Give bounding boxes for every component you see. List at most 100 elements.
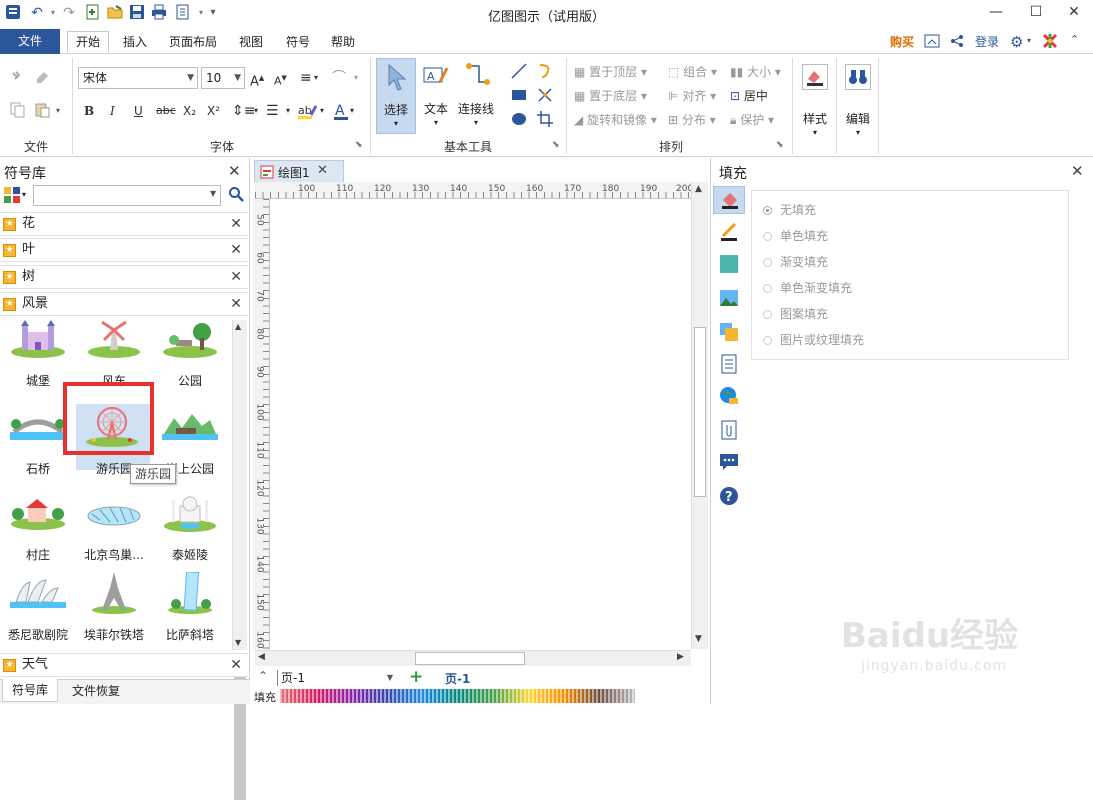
shadow-icon[interactable] — [719, 254, 739, 274]
strikethrough-button[interactable]: abc — [156, 101, 176, 121]
crop-icon[interactable] — [536, 110, 554, 128]
paragraph-align-icon[interactable]: ≡ — [300, 68, 312, 88]
scroll-thumb[interactable] — [694, 327, 706, 497]
canvas-horizontal-scrollbar[interactable]: ◀ ▶ — [255, 650, 691, 666]
bullets-dropdown-icon[interactable]: ▾ — [286, 101, 290, 121]
maximize-button[interactable]: ☐ — [1022, 2, 1050, 22]
curve-connector-icon[interactable] — [536, 62, 554, 80]
symbol-birds-nest[interactable]: 北京鸟巢... — [78, 492, 150, 576]
search-dropdown-icon[interactable]: ▼ — [210, 189, 216, 198]
cross-shape-icon[interactable] — [536, 86, 554, 104]
grow-font-icon[interactable]: A▲ — [250, 68, 264, 89]
library-menu-icon[interactable] — [3, 186, 21, 204]
library-row-tree[interactable]: ★ 树 ✕ — [0, 265, 248, 289]
select-tool-button[interactable]: 选择 ▾ — [376, 58, 416, 134]
distribute-button[interactable]: ⊞ 分布 ▾ — [668, 110, 716, 130]
attachment-icon[interactable] — [719, 420, 739, 440]
color-swatches[interactable] — [280, 689, 635, 703]
scroll-left-icon[interactable]: ◀ — [258, 652, 265, 662]
buy-button[interactable]: 购买 — [882, 32, 922, 54]
tab-view[interactable]: 视图 — [230, 32, 272, 54]
share-window-icon[interactable] — [924, 34, 940, 48]
italic-button[interactable]: I — [110, 101, 115, 121]
connector-tool-button[interactable]: 连接线 ▾ — [456, 58, 496, 134]
tab-help[interactable]: 帮助 — [323, 32, 363, 54]
symbol-scrollbar[interactable]: ▲ ▼ — [232, 320, 247, 800]
basic-tools-dialog-launcher-icon[interactable]: ⬊ — [552, 140, 560, 150]
comment-icon[interactable] — [719, 452, 739, 472]
file-menu-button[interactable]: 文件 — [0, 29, 60, 54]
subscript-button[interactable]: X₂ — [183, 101, 196, 121]
paragraph-dropdown-icon[interactable]: ▾ — [314, 68, 318, 88]
text-direction-dropdown-icon[interactable]: ▾ — [354, 68, 358, 88]
settings-gear-icon[interactable]: ⚙ — [1010, 33, 1026, 51]
scroll-right-icon[interactable]: ▶ — [677, 652, 684, 662]
image-icon[interactable] — [719, 288, 739, 308]
send-to-back-button[interactable]: ▦ 置于底层 ▾ — [574, 86, 647, 106]
page-list-icon[interactable] — [719, 354, 739, 374]
bullets-icon[interactable]: ☰ — [266, 101, 279, 121]
help-question-icon[interactable]: ? — [719, 486, 739, 506]
scroll-up-icon[interactable]: ▲ — [695, 184, 702, 194]
library-row-leaf[interactable]: ★ 叶 ✕ — [0, 238, 248, 262]
color-palette[interactable] — [280, 689, 635, 703]
symbol-taj-mahal[interactable]: 泰姬陵 — [154, 492, 226, 576]
line-style-icon[interactable] — [719, 222, 739, 242]
scroll-thumb[interactable] — [415, 652, 525, 665]
scroll-down-icon[interactable]: ▼ — [695, 634, 702, 644]
copy-icon[interactable] — [10, 102, 26, 118]
tab-symbol-library[interactable]: 符号库 — [2, 679, 58, 702]
scroll-up-icon[interactable]: ▲ — [235, 322, 241, 331]
line-spacing-icon[interactable]: ⇕≡ — [232, 101, 255, 121]
add-page-icon[interactable]: + — [409, 667, 423, 687]
fill-option-picture-texture[interactable]: 图片或纹理填充 — [763, 330, 864, 350]
scroll-down-icon[interactable]: ▼ — [235, 638, 241, 647]
tab-symbol[interactable]: 符号 — [278, 32, 318, 54]
bold-button[interactable]: B — [84, 101, 94, 121]
highlight-dropdown-icon[interactable]: ▾ — [320, 101, 324, 121]
fill-tab-button[interactable] — [713, 186, 745, 214]
tab-file-recovery[interactable]: 文件恢复 — [62, 680, 130, 702]
paste-icon[interactable] — [34, 102, 50, 118]
tab-insert[interactable]: 插入 — [114, 32, 156, 54]
symbol-pisa-tower[interactable]: 比萨斜塔 — [154, 571, 226, 650]
document-tab[interactable]: 绘图1 ✕ — [254, 160, 344, 182]
close-library-icon[interactable]: ✕ — [230, 266, 242, 288]
text-tool-button[interactable]: A 文本 ▾ — [418, 58, 454, 134]
size-button[interactable]: ▮▮ 大小 ▾ — [730, 62, 781, 82]
fill-option-pattern[interactable]: 图案填充 — [763, 304, 828, 324]
settings-dropdown-icon[interactable]: ▾ — [1027, 36, 1031, 45]
close-document-icon[interactable]: ✕ — [317, 163, 328, 178]
login-button[interactable]: 登录 — [970, 32, 1004, 54]
page-tab[interactable]: 页-1 — [445, 670, 470, 687]
drawing-canvas[interactable] — [271, 199, 691, 650]
edit-button[interactable]: 编辑 ▾ — [840, 58, 876, 148]
protect-button[interactable]: 🔒︎ 保护 ▾ — [730, 110, 774, 130]
tab-page-layout[interactable]: 页面布局 — [163, 32, 223, 54]
library-row-weather[interactable]: ★ 天气 ✕ — [0, 653, 248, 677]
share-icon[interactable] — [950, 34, 964, 48]
font-color-dropdown-icon[interactable]: ▾ — [350, 101, 354, 121]
close-library-icon[interactable]: ✕ — [230, 654, 242, 676]
paste-dropdown-icon[interactable]: ▾ — [56, 106, 60, 115]
minimize-button[interactable]: — — [982, 2, 1010, 22]
theme-icon[interactable] — [1042, 33, 1058, 49]
bring-to-front-button[interactable]: ▦ 置于顶层 ▾ — [574, 62, 647, 82]
line-spacing-dropdown-icon[interactable]: ▾ — [254, 101, 258, 121]
close-window-button[interactable]: ✕ — [1060, 2, 1088, 22]
symbol-opera-house[interactable]: 悉尼歌剧院 — [2, 572, 74, 650]
center-button[interactable]: ⊡ 居中 — [730, 86, 768, 106]
format-painter-icon[interactable] — [10, 70, 26, 86]
close-library-icon[interactable]: ✕ — [230, 293, 242, 315]
align-button[interactable]: ⊫ 对齐 ▾ — [668, 86, 716, 106]
close-library-icon[interactable]: ✕ — [230, 239, 242, 261]
group-button[interactable]: ⬚ 组合 ▾ — [668, 62, 717, 82]
fill-option-none[interactable]: 无填充 — [763, 200, 816, 220]
symbol-village[interactable]: 村庄 — [2, 492, 74, 576]
fill-option-solid[interactable]: 单色填充 — [763, 226, 828, 246]
symbol-park[interactable]: 公园 — [154, 318, 226, 402]
library-row-scenery[interactable]: ★ 风景 ✕ — [0, 292, 248, 316]
rotate-mirror-button[interactable]: ◢ 旋转和镜像 ▾ — [574, 110, 657, 130]
arrange-dialog-launcher-icon[interactable]: ⬊ — [776, 140, 784, 150]
tab-home[interactable]: 开始 — [67, 31, 109, 53]
